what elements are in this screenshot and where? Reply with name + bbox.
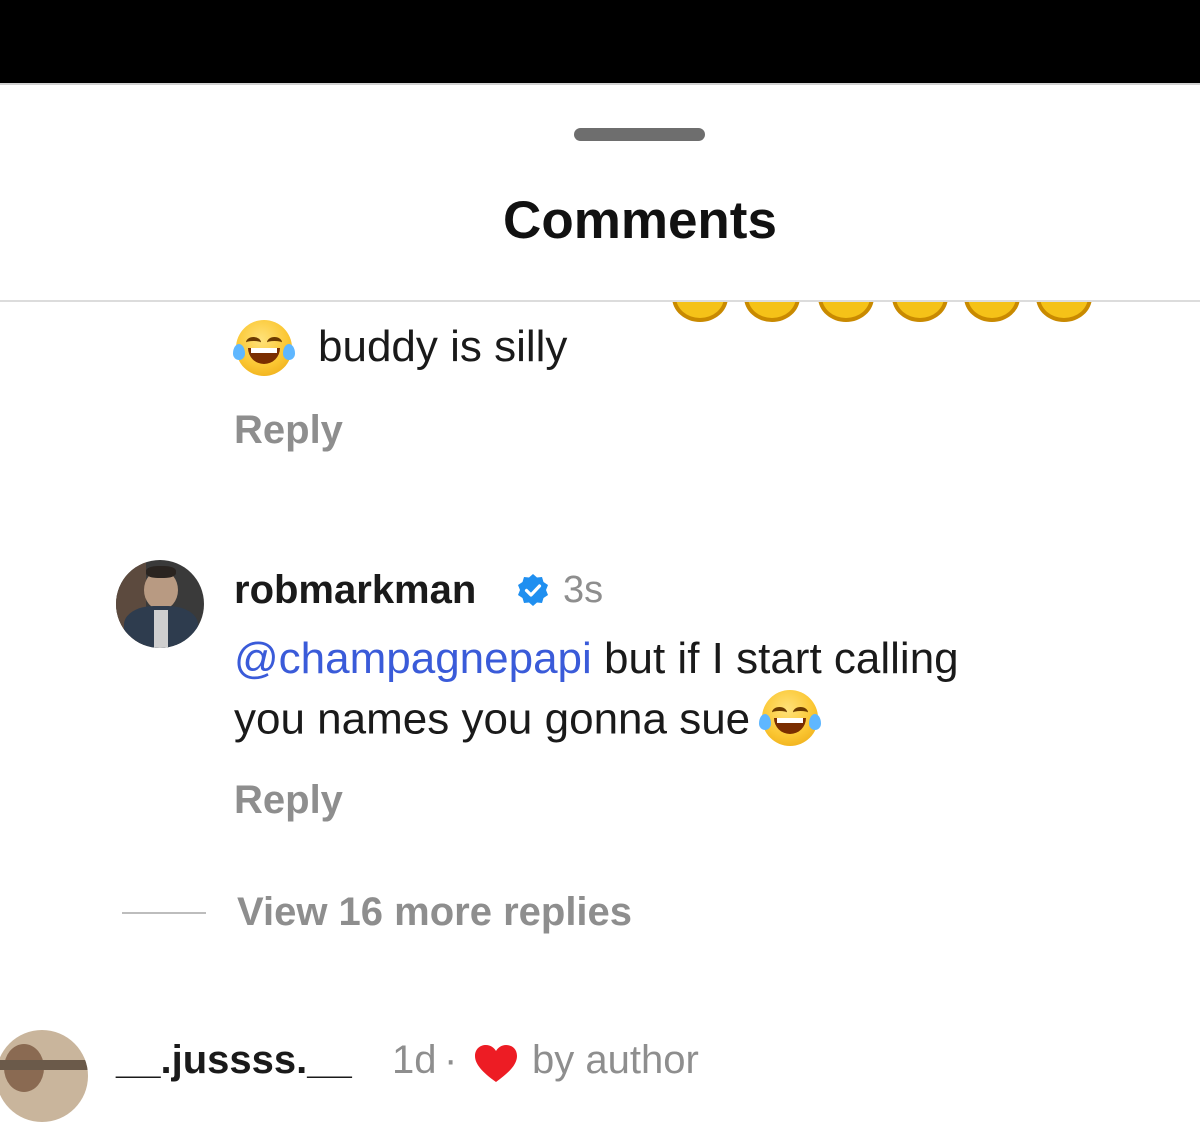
reply-button[interactable]: Reply bbox=[234, 408, 343, 453]
sheet-title: Comments bbox=[503, 191, 777, 250]
comment-text-span: you names you gonna sue bbox=[234, 694, 763, 744]
comment-username[interactable]: robmarkman bbox=[234, 568, 476, 613]
liked-by-author-label: by author bbox=[532, 1038, 699, 1082]
avatar[interactable] bbox=[116, 560, 204, 648]
comment-username[interactable]: __.jussss.__ bbox=[116, 1038, 352, 1083]
verified-badge-icon bbox=[518, 574, 548, 606]
mention-link[interactable]: @champagnepapi bbox=[234, 634, 592, 683]
emoji-icon bbox=[818, 302, 874, 322]
heart-icon bbox=[475, 1045, 517, 1082]
sheet-edge bbox=[0, 83, 1200, 85]
meta-separator: · bbox=[444, 1038, 458, 1082]
view-more-replies-button[interactable]: View 16 more replies bbox=[237, 890, 632, 935]
comment-text: buddy is silly bbox=[318, 322, 568, 371]
avatar[interactable] bbox=[0, 1030, 88, 1122]
drag-handle[interactable] bbox=[574, 128, 705, 141]
comment-timestamp: 3s bbox=[563, 569, 604, 611]
status-bar bbox=[0, 0, 1200, 83]
emoji-icon bbox=[892, 302, 948, 322]
comment-text-line-1: @champagnepapi but if I start calling bbox=[234, 634, 959, 684]
emoji-icon bbox=[964, 302, 1020, 322]
clipped-previous-line bbox=[0, 302, 1200, 322]
emoji-icon bbox=[672, 302, 728, 322]
tears-of-joy-emoji-icon bbox=[233, 320, 295, 376]
emoji-icon bbox=[1036, 302, 1092, 322]
thread-line bbox=[122, 912, 206, 914]
reply-button[interactable]: Reply bbox=[234, 778, 343, 823]
emoji-icon bbox=[744, 302, 800, 322]
comment-text-line-2: you names you gonna sue bbox=[234, 690, 822, 750]
comment-text-span: but if I start calling bbox=[591, 634, 959, 683]
comment-timestamp: 1d bbox=[392, 1038, 437, 1082]
tears-of-joy-emoji-icon bbox=[759, 690, 822, 746]
